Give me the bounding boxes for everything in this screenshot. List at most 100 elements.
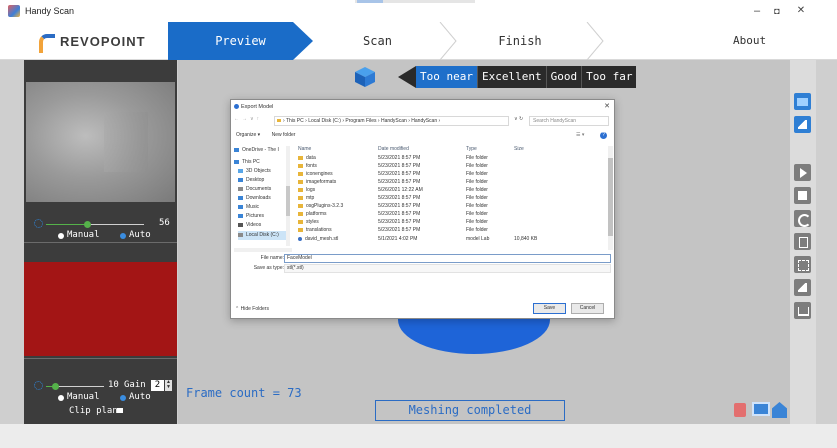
image-icon[interactable] <box>794 116 811 133</box>
dialog-title: Export Model <box>241 104 274 110</box>
play-icon[interactable] <box>794 164 811 181</box>
open-folder-icon[interactable] <box>794 93 811 110</box>
rgb-manual-radio[interactable] <box>58 395 64 401</box>
brand-logo: REVOPOINT <box>38 32 146 53</box>
column-name[interactable]: Name <box>298 146 311 152</box>
file-row[interactable]: data 5/23/2021 8:57 PM File folder <box>296 154 606 162</box>
file-row[interactable]: logs 5/26/2021 12:22 AM File folder <box>296 186 606 194</box>
organize-button[interactable]: Organize ▾ <box>236 132 260 138</box>
brand-name: REVOPOINT <box>60 33 146 49</box>
cube-view-icon[interactable] <box>354 66 376 88</box>
help-icon[interactable]: ? <box>600 132 607 139</box>
file-row[interactable]: platforms 5/23/2021 8:57 PM File folder <box>296 210 606 218</box>
dialog-toolbar: Organize ▾ New folder ☰ ▾ ? <box>236 132 611 141</box>
export-model-dialog: Export Model ✕ ←→∨↑ › This PC › Local Di… <box>230 99 615 319</box>
distance-too-far: Too far <box>581 66 637 88</box>
view-options-icon[interactable]: ☰ ▾ <box>576 132 584 138</box>
depth-exposure-value: 56 <box>159 218 170 228</box>
hide-folders-toggle[interactable]: ⌃ Hide Folders <box>235 306 269 312</box>
delete-icon[interactable] <box>794 233 811 250</box>
distance-good: Good <box>545 66 582 88</box>
gain-spinner[interactable]: ▲ ▼ <box>165 380 172 391</box>
clip-plane-checkbox[interactable] <box>117 408 123 413</box>
minimize-button[interactable]: – <box>748 4 766 18</box>
depth-manual-label: Manual <box>67 230 100 240</box>
step-scan[interactable]: Scan <box>310 22 445 60</box>
distance-too-near: Too near <box>416 66 477 88</box>
step-chevron-icon <box>585 21 605 61</box>
export-icon[interactable] <box>794 302 811 319</box>
nav-item-onedrive[interactable]: OneDrive - The I <box>234 146 292 155</box>
maximize-button[interactable]: ◘ <box>768 4 786 18</box>
lock-icon[interactable] <box>734 403 746 417</box>
gain-input[interactable]: 2 <box>151 380 164 391</box>
nav-scrollbar[interactable] <box>286 146 290 246</box>
file-name-input[interactable]: FaceModel <box>284 254 611 263</box>
depth-manual-radio[interactable] <box>58 233 64 239</box>
file-row[interactable]: mtp 5/23/2021 8:57 PM File folder <box>296 194 606 202</box>
close-button[interactable]: ✕ <box>792 4 810 18</box>
address-row: ←→∨↑ › This PC › Local Disk (C:) › Progr… <box>234 116 611 126</box>
step-finish[interactable]: Finish <box>445 22 595 60</box>
file-list: Name Date modified Type Size data 5/23/20… <box>296 146 606 248</box>
rgb-auto-radio[interactable] <box>120 395 126 401</box>
title-bar: Handy Scan – ◘ ✕ <box>0 0 837 22</box>
file-name-row: File name: FaceModel <box>234 254 611 263</box>
nav-horizontal-scrollbar[interactable] <box>234 248 292 252</box>
window-title: Handy Scan <box>25 6 75 16</box>
column-date[interactable]: Date modified <box>378 146 409 152</box>
file-row[interactable]: styles 5/23/2021 8:57 PM File folder <box>296 218 606 226</box>
file-row[interactable]: imageformats 5/23/2021 8:57 PM File folder <box>296 178 606 186</box>
distance-indicator: Too near Excellent Good Too far <box>398 66 637 88</box>
cancel-button[interactable]: Cancel <box>571 303 604 314</box>
top-nav: REVOPOINT Preview Scan Finish About <box>0 21 837 61</box>
mesh-grid-icon[interactable] <box>794 256 811 273</box>
file-name-label: File name: <box>260 255 284 261</box>
navigation-pane: OneDrive - The I This PC 3D Objects Desk… <box>234 146 294 248</box>
dialog-close-button[interactable]: ✕ <box>604 102 610 110</box>
bottom-strip <box>0 424 837 448</box>
depth-exposure-handle[interactable] <box>84 221 91 228</box>
nav-item-this-pc[interactable]: This PC <box>234 158 292 167</box>
rgb-exposure-handle[interactable] <box>52 383 59 390</box>
title-drag-strip <box>355 0 475 3</box>
file-row[interactable]: david_mesh.stl 5/1/2021 4:02 PM model Lab 1… <box>296 235 606 243</box>
camera-panel: 56 Manual Auto 10 Gain 2 ▲ ▼ Manual Auto … <box>24 60 177 424</box>
undo-icon[interactable] <box>794 210 811 227</box>
rgb-camera-preview <box>24 262 177 356</box>
file-row[interactable]: translations 5/23/2021 8:57 PM File folder <box>296 226 606 234</box>
distance-arrow-icon <box>398 66 416 88</box>
file-list-scrollbar[interactable] <box>608 146 613 250</box>
column-type[interactable]: Type <box>466 146 477 152</box>
save-button[interactable]: Save <box>533 303 566 314</box>
clip-plane-label: Clip plane <box>69 406 124 416</box>
about-button[interactable]: About <box>733 22 766 60</box>
depth-camera-preview <box>26 82 175 202</box>
brightness-icon <box>34 219 43 228</box>
monitor-icon[interactable] <box>752 402 770 416</box>
file-row[interactable]: osgPlugins-3.2.3 5/23/2021 8:57 PM File fo… <box>296 202 606 210</box>
home-icon[interactable] <box>772 402 787 418</box>
save-type-select[interactable]: stl(*.stl) <box>284 264 611 273</box>
address-bar[interactable]: › This PC › Local Disk (C:) › Program Fi… <box>274 116 509 126</box>
refresh-icon[interactable]: ∨ ↻ <box>514 116 523 122</box>
nav-item-local-disk[interactable]: Local Disk (C:) <box>238 231 290 240</box>
brightness-icon <box>34 381 43 390</box>
file-row[interactable]: fonts 5/23/2021 8:57 PM File folder <box>296 162 606 170</box>
search-input[interactable]: Search HandyScan <box>529 116 609 126</box>
depth-auto-radio[interactable] <box>120 233 126 239</box>
gain-label: Gain <box>124 380 146 390</box>
texture-icon[interactable] <box>794 279 811 296</box>
app-icon <box>8 5 20 17</box>
stop-icon[interactable] <box>794 187 811 204</box>
column-size[interactable]: Size <box>514 146 524 152</box>
distance-excellent: Excellent <box>476 66 546 88</box>
revopoint-logo-icon <box>38 32 55 53</box>
dialog-app-icon <box>234 104 239 109</box>
file-row[interactable]: iconengines 5/23/2021 8:57 PM File folder <box>296 170 606 178</box>
save-type-label: Save as type: <box>253 265 284 271</box>
depth-exposure-row: 56 <box>24 216 177 232</box>
new-folder-button[interactable]: New folder <box>272 132 296 138</box>
step-preview[interactable]: Preview <box>168 22 313 60</box>
nav-arrows-icon[interactable]: ←→∨↑ <box>234 116 262 122</box>
